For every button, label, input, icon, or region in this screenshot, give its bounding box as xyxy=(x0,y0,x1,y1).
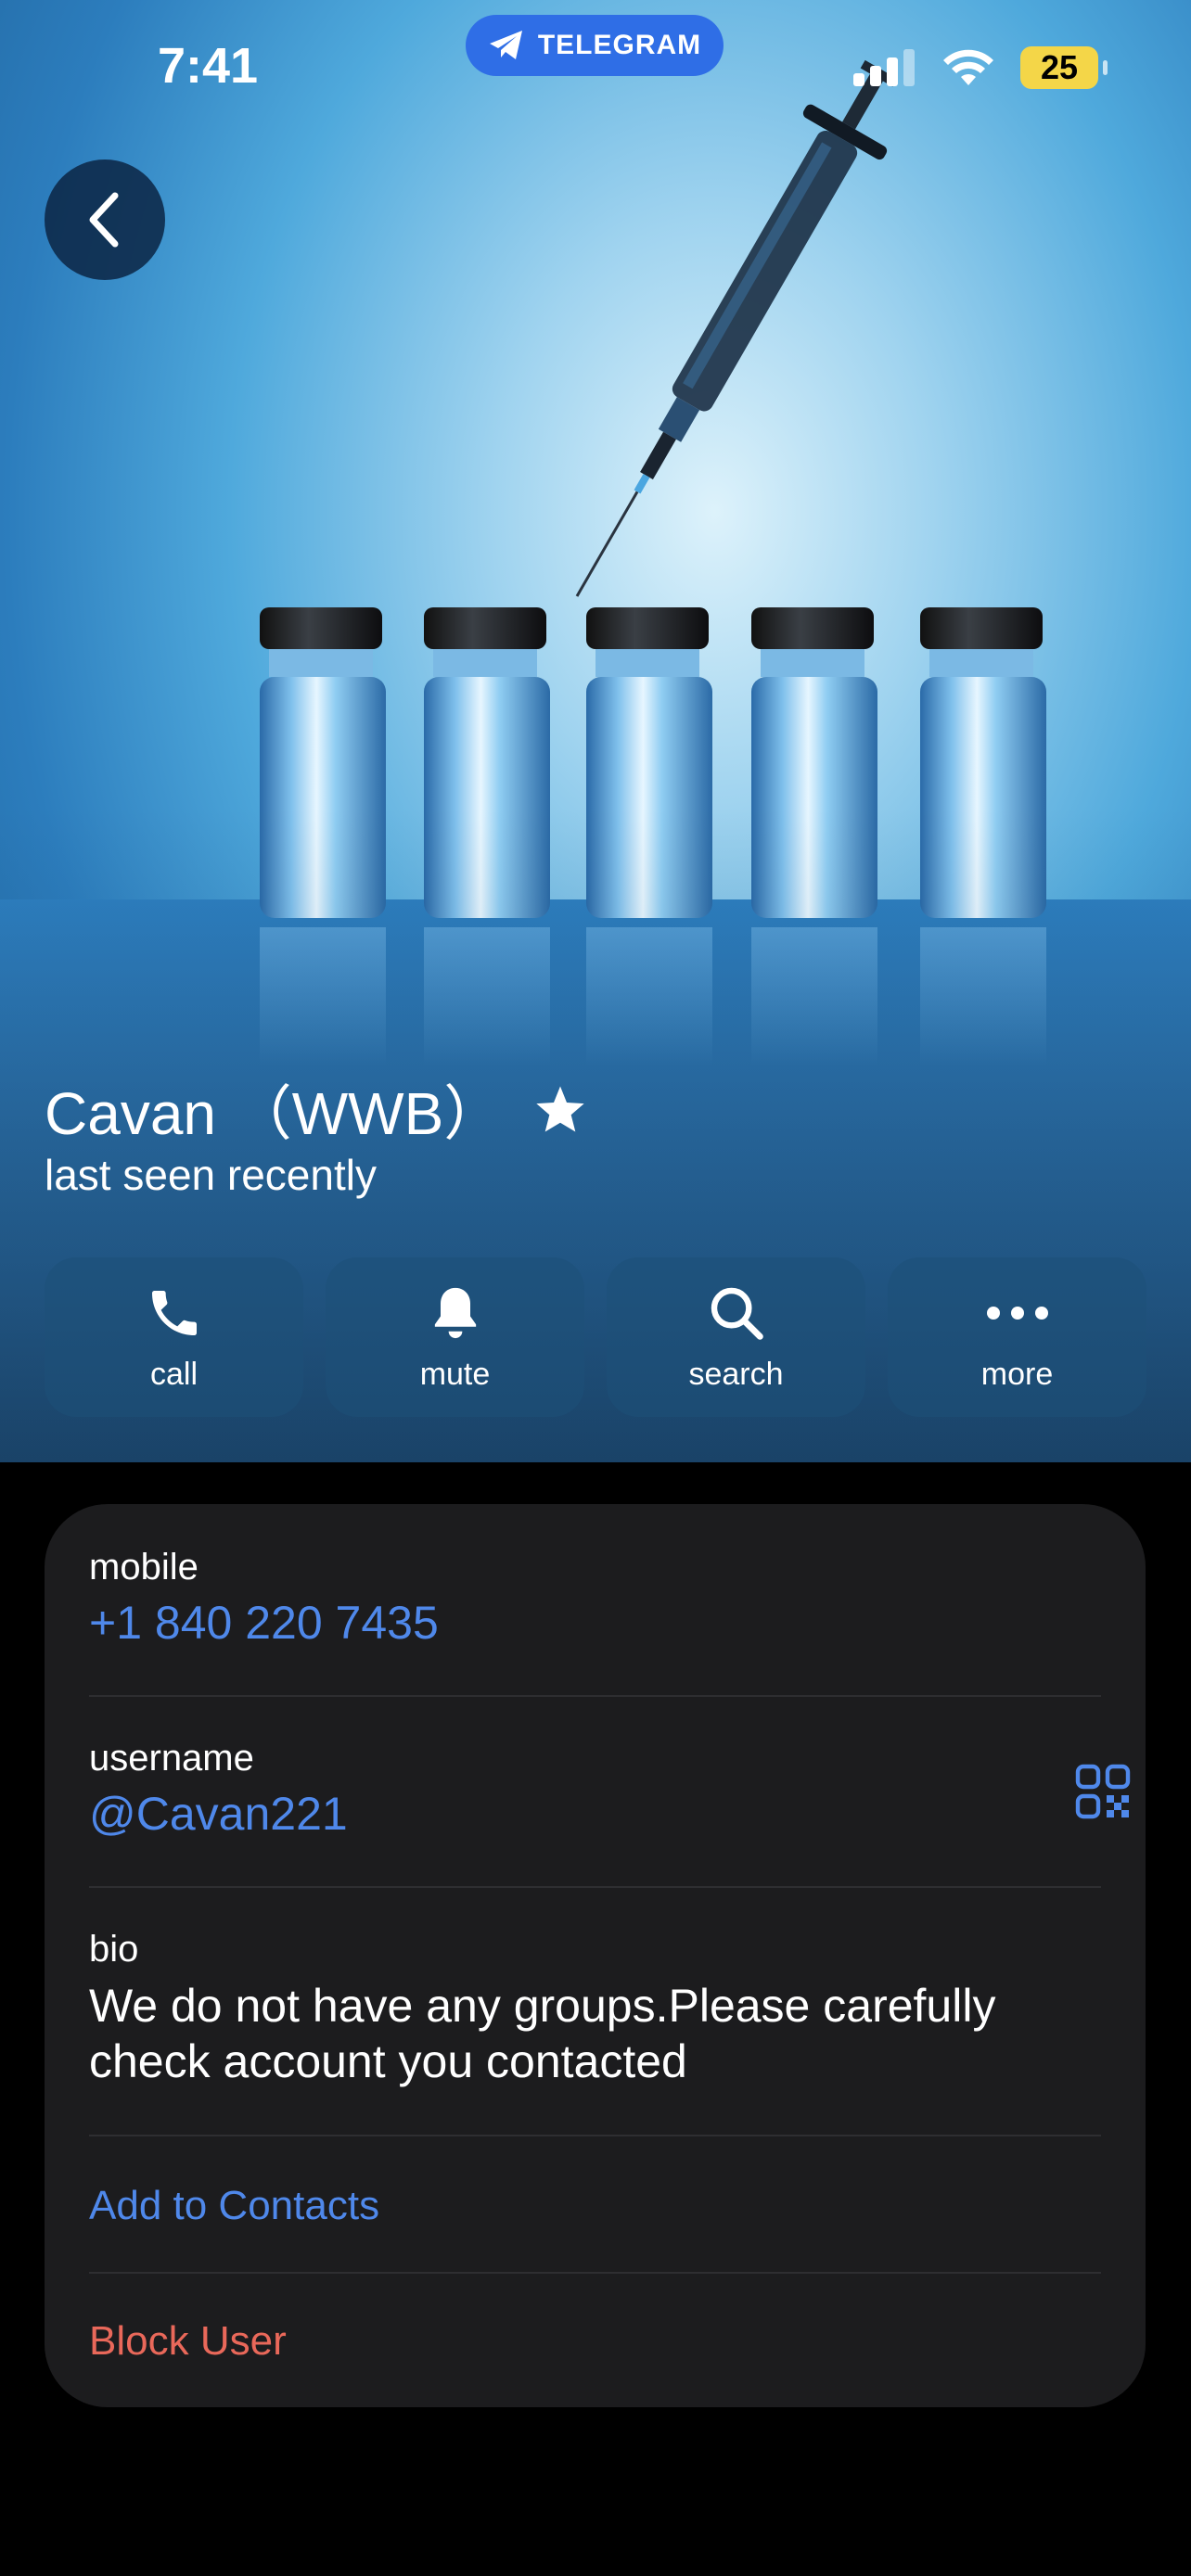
mobile-row[interactable]: mobile +1 840 220 7435 xyxy=(89,1547,1101,1650)
more-button[interactable]: more xyxy=(888,1257,1146,1417)
divider xyxy=(89,2272,1101,2274)
search-label: search xyxy=(688,1356,784,1392)
signal-icon xyxy=(853,49,915,86)
battery-indicator: 25 xyxy=(1020,46,1108,89)
username-value[interactable]: @Cavan221 xyxy=(89,1787,1101,1841)
username-row[interactable]: username @Cavan221 xyxy=(89,1738,1101,1841)
divider xyxy=(89,2135,1101,2136)
add-to-contacts-row[interactable]: Add to Contacts xyxy=(89,2183,1101,2229)
wifi-icon xyxy=(943,49,993,85)
phone-icon xyxy=(151,1290,197,1335)
block-user-button[interactable]: Block User xyxy=(89,2318,1101,2365)
call-button[interactable]: call xyxy=(45,1257,303,1417)
mute-label: mute xyxy=(419,1356,491,1392)
last-seen-status: last seen recently xyxy=(45,1151,377,1199)
profile-actions: call mute search more xyxy=(45,1257,1146,1417)
username-label: username xyxy=(89,1738,254,1779)
telegram-icon xyxy=(489,31,522,59)
mobile-label: mobile xyxy=(89,1547,198,1588)
profile-photo-header xyxy=(0,0,1191,1462)
more-label: more xyxy=(980,1356,1054,1392)
divider xyxy=(89,1695,1101,1697)
star-icon xyxy=(536,1086,584,1132)
status-indicators: 25 xyxy=(853,46,1108,89)
bell-icon xyxy=(434,1287,476,1338)
status-time: 7:41 xyxy=(158,38,259,94)
profile-name-row: Cavan （WWB） xyxy=(45,1066,586,1152)
bio-value: We do not have any groups.Please careful… xyxy=(89,1980,996,2087)
chevron-left-icon xyxy=(89,192,119,248)
bio-label: bio xyxy=(89,1929,139,1970)
search-button[interactable]: search xyxy=(607,1257,865,1417)
qr-code-icon[interactable] xyxy=(1075,1764,1131,1819)
divider xyxy=(89,1886,1101,1888)
back-button[interactable] xyxy=(45,159,165,280)
telegram-app-pill[interactable]: TELEGRAM xyxy=(466,15,724,76)
bio-row: bio We do not have any groups.Please car… xyxy=(89,1929,1101,2089)
call-label: call xyxy=(149,1356,198,1392)
search-icon xyxy=(711,1287,763,1340)
profile-name: Cavan （WWB） xyxy=(45,1080,504,1147)
mute-button[interactable]: mute xyxy=(326,1257,584,1417)
add-to-contacts-button[interactable]: Add to Contacts xyxy=(89,2183,1101,2229)
telegram-pill-label: TELEGRAM xyxy=(537,30,702,60)
contact-info-card: mobile +1 840 220 7435 username @Cavan22… xyxy=(45,1504,1146,2407)
ellipsis-icon xyxy=(986,1306,1048,1320)
block-user-row[interactable]: Block User xyxy=(89,2318,1101,2365)
mobile-value[interactable]: +1 840 220 7435 xyxy=(89,1596,1101,1650)
